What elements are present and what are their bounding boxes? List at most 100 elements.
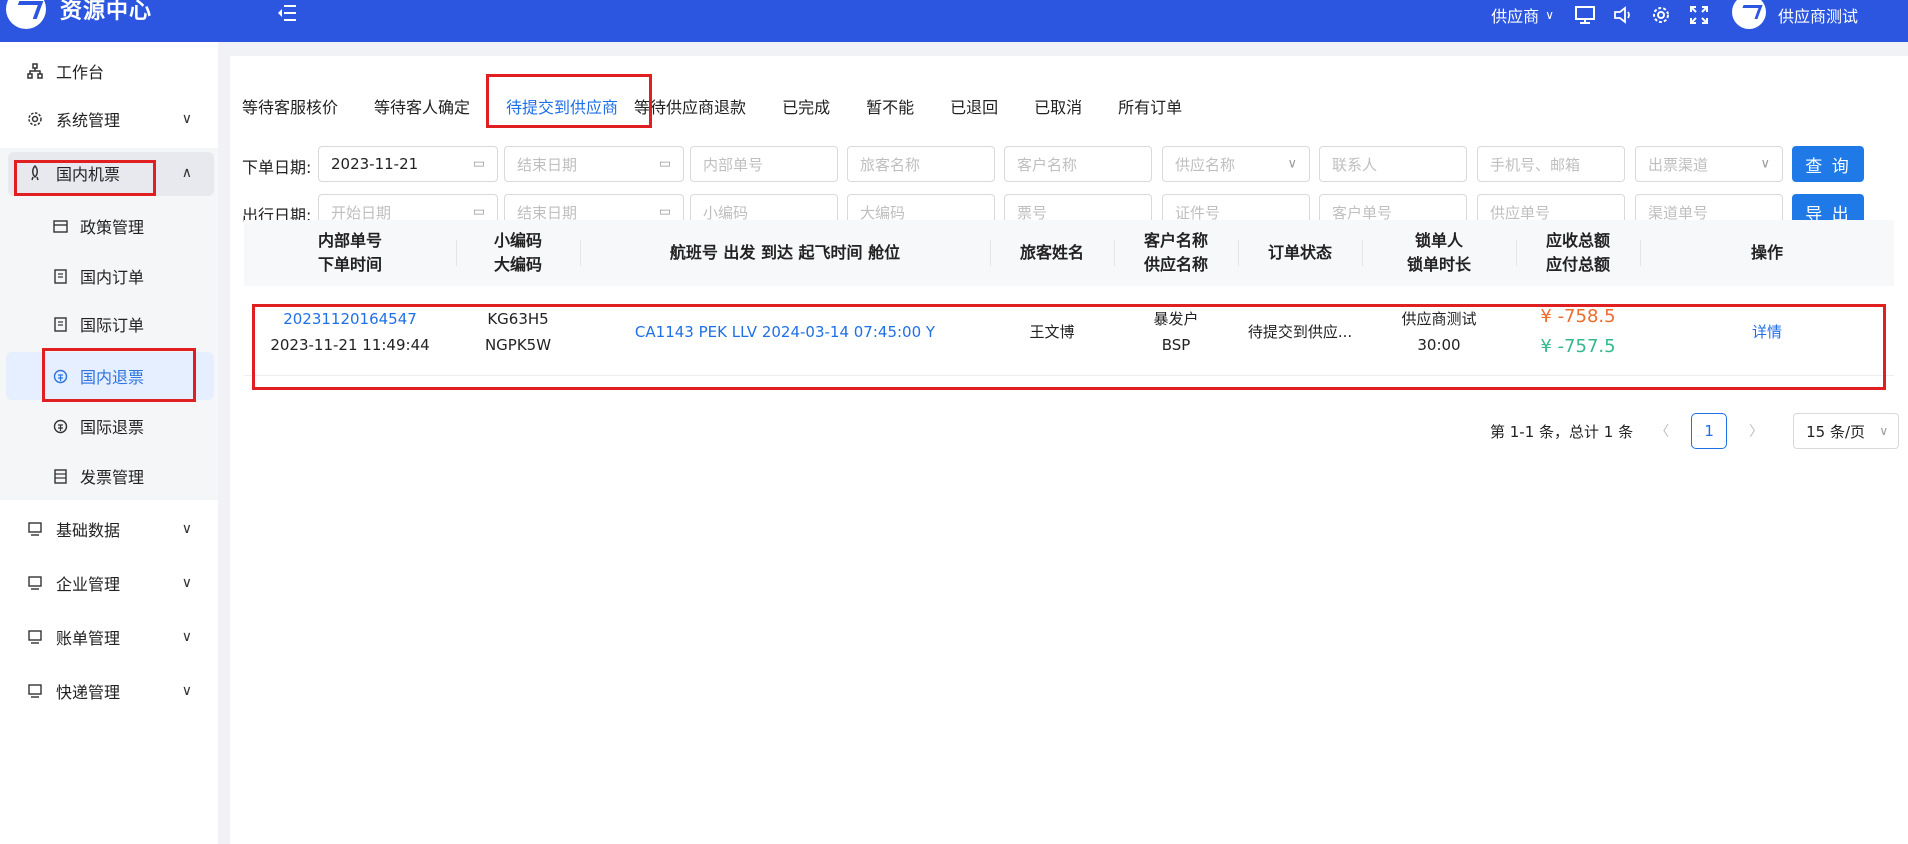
gear-icon[interactable] bbox=[1650, 4, 1672, 26]
col-status: 订单状态 bbox=[1267, 243, 1332, 262]
calendar-icon: ▭ bbox=[658, 204, 671, 220]
col-actions: 操作 bbox=[1750, 243, 1783, 262]
monitor-icon bbox=[26, 574, 44, 592]
sidebar-item-label: 企业管理 bbox=[56, 575, 121, 594]
query-button[interactable]: 查 询 bbox=[1792, 146, 1864, 182]
sidebar-item-billing[interactable]: 账单管理 ∨ bbox=[0, 612, 218, 662]
payable-amount: ¥ -757.5 bbox=[1540, 336, 1616, 357]
page-size-select[interactable]: 15 条/页 ∨ bbox=[1793, 413, 1900, 449]
sidebar-subitem-policy[interactable]: 政策管理 bbox=[0, 202, 218, 250]
tab-supplier-refund[interactable]: 等待供应商退款 bbox=[634, 86, 746, 130]
rocket-icon bbox=[26, 164, 44, 182]
contact-input[interactable]: 联系人 bbox=[1319, 146, 1467, 182]
sidebar-subitem-invoice[interactable]: 发票管理 bbox=[0, 452, 218, 500]
order-start-date[interactable]: 2023-11-21 ▭ bbox=[318, 146, 498, 182]
tab-completed[interactable]: 已完成 bbox=[782, 86, 830, 130]
customer-name: 暴发户 bbox=[1153, 310, 1199, 328]
sidebar-item-express[interactable]: 快递管理 ∨ bbox=[0, 666, 218, 716]
phone-email-input[interactable]: 手机号、邮箱 bbox=[1477, 146, 1625, 182]
chevron-down-icon: ∨ bbox=[181, 683, 192, 699]
chevron-down-icon: ∨ bbox=[1545, 8, 1554, 22]
monitor-icon[interactable] bbox=[1574, 4, 1596, 26]
sidebar-item-workbench[interactable]: 工作台 bbox=[0, 46, 218, 96]
calendar-icon: ▭ bbox=[472, 204, 485, 220]
order-end-date[interactable]: 结束日期 ▭ bbox=[504, 146, 684, 182]
chevron-down-icon: ∨ bbox=[181, 629, 192, 645]
detail-link[interactable]: 详情 bbox=[1752, 319, 1782, 345]
sidebar-subitem-domestic-order[interactable]: 国内订单 bbox=[0, 252, 218, 300]
order-status: 待提交到供应... bbox=[1247, 323, 1353, 341]
chevron-down-icon: ∨ bbox=[1287, 156, 1297, 172]
sidebar-item-label: 工作台 bbox=[56, 63, 105, 82]
sidebar-item-label: 发票管理 bbox=[80, 468, 145, 487]
sidebar-subitem-intl-order[interactable]: 国际订单 bbox=[0, 300, 218, 348]
sidebar-item-system[interactable]: 系统管理 ∨ bbox=[0, 94, 218, 144]
col-customer-supplier: 客户名称 供应名称 bbox=[1143, 231, 1208, 274]
lock-duration: 30:00 bbox=[1417, 336, 1461, 354]
page-number[interactable]: 1 bbox=[1691, 413, 1728, 449]
sidebar-subitem-intl-refund[interactable]: 国际退票 bbox=[0, 402, 218, 450]
tab-all-orders[interactable]: 所有订单 bbox=[1118, 86, 1182, 130]
tab-to-supplier[interactable]: 待提交到供应商 bbox=[506, 86, 618, 130]
role-selector[interactable]: 供应商 ∨ bbox=[1491, 3, 1554, 27]
tab-unable[interactable]: 暂不能 bbox=[866, 86, 914, 130]
sidebar-item-label: 国内机票 bbox=[56, 165, 121, 184]
refund-icon bbox=[52, 418, 68, 434]
sidebar-item-label: 国际订单 bbox=[80, 316, 145, 335]
calendar-icon: ▭ bbox=[472, 156, 485, 172]
next-page-icon[interactable]: 〉 bbox=[1749, 421, 1763, 441]
sidebar: 工作台 系统管理 ∨ 国内机票 ∧ 政策管理 国内订单 国际订单 国内退票 国际… bbox=[0, 42, 218, 844]
tab-cancelled[interactable]: 已取消 bbox=[1034, 86, 1082, 130]
customer-name-input[interactable]: 客户名称 bbox=[1004, 146, 1152, 182]
logo[interactable]: 资源中心 bbox=[6, 0, 152, 30]
order-no-link[interactable]: 20231120164547 bbox=[283, 306, 417, 332]
sidebar-item-label: 国内退票 bbox=[80, 368, 145, 387]
pagination-summary: 第 1-1 条，总计 1 条 bbox=[1490, 422, 1634, 441]
avatar[interactable] bbox=[1731, 0, 1766, 29]
monitor-icon bbox=[26, 628, 44, 646]
sound-icon[interactable] bbox=[1612, 4, 1634, 26]
chevron-down-icon: ∨ bbox=[181, 575, 192, 591]
supplier-name-select[interactable]: 供应名称 ∨ bbox=[1162, 146, 1310, 182]
sidebar-item-base-data[interactable]: 基础数据 ∨ bbox=[0, 504, 218, 554]
col-amounts: 应收总额 应付总额 bbox=[1545, 231, 1610, 274]
sidebar-subitem-domestic-refund[interactable]: 国内退票 bbox=[6, 352, 214, 400]
sitemap-icon bbox=[26, 62, 44, 80]
passenger-name-input[interactable]: 旅客名称 bbox=[847, 146, 995, 182]
sidebar-item-label: 政策管理 bbox=[80, 218, 145, 237]
main-panel: 等待客服核价 等待客人确定 待提交到供应商 等待供应商退款 已完成 暂不能 已退… bbox=[230, 56, 1908, 844]
receivable-amount: ¥ -758.5 bbox=[1540, 306, 1616, 327]
sidebar-item-label: 基础数据 bbox=[56, 521, 121, 540]
chevron-down-icon: ∨ bbox=[181, 521, 192, 537]
menu-collapse-icon[interactable] bbox=[276, 2, 300, 26]
refund-icon bbox=[52, 368, 68, 384]
supplier-name: BSP bbox=[1161, 336, 1191, 354]
col-flight: 航班号 出发 到达 起飞时间 舱位 bbox=[669, 243, 901, 262]
flight-info-link[interactable]: CA1143 PEK LLV 2024-03-14 07:45:00 Y bbox=[635, 319, 935, 345]
tab-pending-customer[interactable]: 等待客人确定 bbox=[374, 86, 470, 130]
col-locker: 锁单人 锁单时长 bbox=[1406, 231, 1471, 274]
chevron-down-icon: ∨ bbox=[1879, 424, 1889, 438]
sidebar-item-label: 快递管理 bbox=[56, 683, 121, 702]
internal-no-input[interactable]: 内部单号 bbox=[690, 146, 838, 182]
sidebar-item-label: 国内订单 bbox=[80, 268, 145, 287]
table-header: 内部单号 下单时间 小编码 大编码 航班号 出发 到达 起飞时间 舱位 旅客姓名 客… bbox=[244, 220, 1894, 286]
doc-icon bbox=[52, 316, 68, 332]
app-title: 资源中心 bbox=[60, 0, 153, 24]
sidebar-item-enterprise[interactable]: 企业管理 ∨ bbox=[0, 558, 218, 608]
monitor-icon bbox=[26, 520, 44, 538]
chevron-up-icon: ∧ bbox=[181, 165, 192, 181]
status-tabs: 等待客服核价 等待客人确定 待提交到供应商 等待供应商退款 已完成 暂不能 已退… bbox=[242, 86, 1218, 130]
username[interactable]: 供应商测试 bbox=[1778, 3, 1858, 27]
order-time: 2023-11-21 11:49:44 bbox=[270, 336, 430, 354]
tab-returned[interactable]: 已退回 bbox=[950, 86, 998, 130]
fullscreen-icon[interactable] bbox=[1688, 4, 1710, 26]
ticket-channel-select[interactable]: 出票渠道 ∨ bbox=[1635, 146, 1783, 182]
prev-page-icon[interactable]: 〈 bbox=[1655, 421, 1669, 441]
sidebar-item-domestic-ticket[interactable]: 国内机票 ∧ bbox=[0, 148, 218, 198]
passenger-name: 王文博 bbox=[1029, 323, 1075, 341]
col-codes: 小编码 大编码 bbox=[493, 231, 542, 274]
big-code: NGPK5W bbox=[484, 336, 552, 354]
calendar-icon: ▭ bbox=[658, 156, 671, 172]
tab-pending-pricing[interactable]: 等待客服核价 bbox=[242, 86, 338, 130]
